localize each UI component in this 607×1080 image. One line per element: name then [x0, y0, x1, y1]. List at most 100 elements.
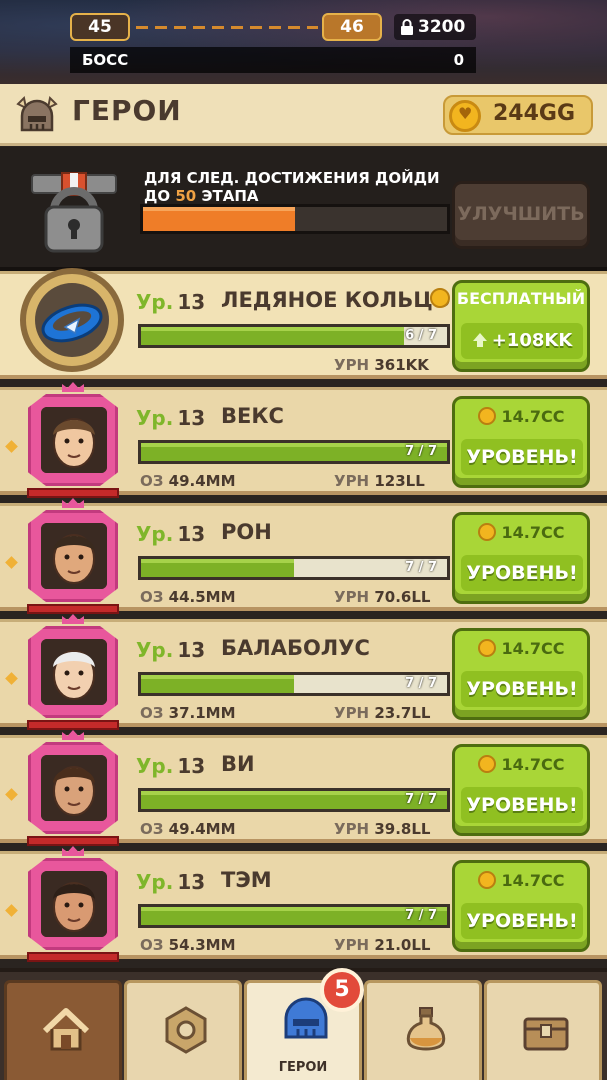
coin-icon: [449, 100, 481, 132]
hero-name: ВИ: [221, 752, 255, 776]
potion-icon: [406, 1007, 446, 1051]
hero-health-bar: [27, 604, 119, 614]
current-stage-badge: 45: [70, 13, 130, 41]
currency-value: 244GG: [493, 101, 576, 126]
hero-progress-fill: [141, 675, 294, 693]
achievement-stage-target: 50: [175, 187, 197, 205]
diamond-icon: [5, 556, 18, 569]
top-bar: 45 46 3200 БОСС 0: [0, 0, 607, 84]
hero-level: Ур. 13: [136, 638, 206, 662]
achievement-text-line1: ДЛЯ СЛЕД. ДОСТИЖЕНИЯ ДОЙДИ: [144, 169, 440, 187]
level-up-label: УРОВЕНЬ!: [461, 671, 583, 707]
tab-potions[interactable]: [364, 980, 482, 1080]
crown-icon: [62, 614, 84, 624]
coin-icon: [477, 871, 496, 889]
crown-icon: [62, 846, 84, 856]
level-up-cost: 14.7CC: [455, 755, 587, 774]
currency-display: 244GG: [443, 95, 593, 135]
crown-icon: [62, 730, 84, 740]
hero-damage: УРН 123LL: [334, 472, 425, 490]
heroes-header: ГЕРОИ 244GG: [0, 84, 607, 146]
ring-progress-text: 6 / 7: [405, 328, 437, 343]
level-up-button[interactable]: 14.7CC УРОВЕНЬ!: [452, 396, 590, 488]
hero-row: Ур. 13 БАЛАБОЛУС 7 / 7 ОЗ 37.1MM УРН 23.7LL 14…: [0, 614, 607, 730]
level-up-cost: 14.7CC: [455, 871, 587, 890]
hero-damage: УРН 23.7LL: [334, 704, 431, 722]
achievement-progress-bar: [140, 204, 450, 234]
tab-home[interactable]: [4, 980, 122, 1080]
hero-health-bar: [27, 720, 119, 730]
hero-portrait[interactable]: [28, 742, 118, 834]
coin-icon: [477, 755, 496, 773]
hero-portrait[interactable]: [28, 510, 118, 602]
hero-row: Ур. 13 ТЭМ 7 / 7 ОЗ 54.3MM УРН 21.0LL 14.7CC УР…: [0, 846, 607, 962]
hero-health: ОЗ 44.5MM: [140, 588, 236, 606]
hero-progress-fill: [141, 907, 447, 925]
hero-level: Ур. 13: [136, 406, 206, 430]
ring-name: ЛЕДЯНОЕ КОЛЬЦО: [221, 288, 451, 312]
achievement-lock-icon: [31, 172, 117, 253]
diamond-icon: [5, 788, 18, 801]
coin-icon: [477, 407, 496, 425]
hero-portrait[interactable]: [28, 626, 118, 718]
hero-progress-bar: 7 / 7: [138, 556, 450, 580]
hero-name: ВЕКС: [221, 404, 284, 428]
hero-health-bar: [27, 952, 119, 962]
hero-progress-bar: 7 / 7: [138, 904, 450, 928]
achievement-progress-fill: [143, 207, 295, 231]
level-up-button[interactable]: 14.7CC УРОВЕНЬ!: [452, 512, 590, 604]
diamond-icon: [5, 672, 18, 685]
hero-portrait[interactable]: [28, 858, 118, 950]
tab-heroes-label: ГЕРОИ: [278, 1060, 328, 1075]
hero-progress-text: 7 / 7: [405, 560, 437, 575]
boss-value: 0: [453, 51, 464, 69]
next-stage-badge: 46: [322, 13, 382, 41]
home-icon: [42, 1008, 90, 1051]
crown-icon: [62, 498, 84, 508]
hero-level: Ур. 13: [136, 522, 206, 546]
ring-level: Ур. 13: [136, 290, 206, 314]
hero-name: ТЭМ: [221, 868, 272, 892]
diamond-icon: [5, 440, 18, 453]
bottom-nav: ГЕРОИ: [0, 968, 607, 1080]
locked-value: 3200: [418, 17, 466, 37]
level-up-label: УРОВЕНЬ!: [461, 439, 583, 475]
free-upgrade-button[interactable]: БЕСПЛАТНЫЙ +108KK: [452, 280, 590, 372]
level-up-label: УРОВЕНЬ!: [461, 903, 583, 939]
free-label: БЕСПЛАТНЫЙ: [456, 289, 586, 308]
hero-row: Ур. 13 ВЕКС 7 / 7 ОЗ 49.4MM УРН 123LL 14.7CC УР…: [0, 382, 607, 498]
hero-progress-fill: [141, 443, 447, 461]
hero-progress-text: 7 / 7: [405, 908, 437, 923]
hero-health: ОЗ 49.4MM: [140, 820, 236, 838]
tab-chest[interactable]: [484, 980, 602, 1080]
hero-health: ОЗ 37.1MM: [140, 704, 236, 722]
hero-health: ОЗ 49.4MM: [140, 472, 236, 490]
ring-damage: УРН 361KK: [334, 356, 429, 374]
achievement-text: ДЛЯ СЛЕД. ДОСТИЖЕНИЯ ДОЙДИ ДО 50 ЭТАПА: [144, 169, 440, 205]
ring-progress-fill: [141, 327, 405, 345]
level-up-label: УРОВЕНЬ!: [461, 787, 583, 823]
page-title: ГЕРОИ: [72, 94, 182, 127]
hero-progress-text: 7 / 7: [405, 792, 437, 807]
upgrade-button[interactable]: УЛУЧШИТЬ: [452, 181, 590, 249]
level-up-button[interactable]: 14.7CC УРОВЕНЬ!: [452, 744, 590, 836]
ice-ring-icon: [20, 268, 124, 372]
level-up-button[interactable]: 14.7CC УРОВЕНЬ!: [452, 628, 590, 720]
stage-progress-dashes: [136, 26, 318, 29]
heroes-notification-badge: 5: [320, 968, 364, 1012]
helmet-icon: [284, 997, 328, 1039]
chest-icon: [523, 1017, 569, 1051]
level-up-cost: 14.7CC: [455, 523, 587, 542]
gear-nut-icon: [165, 1006, 207, 1054]
level-up-button[interactable]: 14.7CC УРОВЕНЬ!: [452, 860, 590, 952]
arrow-up-icon: [472, 333, 487, 347]
hero-portrait[interactable]: [28, 394, 118, 486]
hero-progress-text: 7 / 7: [405, 444, 437, 459]
coin-icon: [477, 639, 496, 657]
padlock-icon: [401, 19, 413, 35]
boss-label: БОСС: [82, 51, 129, 69]
hero-level: Ур. 13: [136, 754, 206, 778]
tab-equipment[interactable]: [124, 980, 242, 1080]
hero-name: РОН: [221, 520, 272, 544]
hero-progress-bar: 7 / 7: [138, 788, 450, 812]
